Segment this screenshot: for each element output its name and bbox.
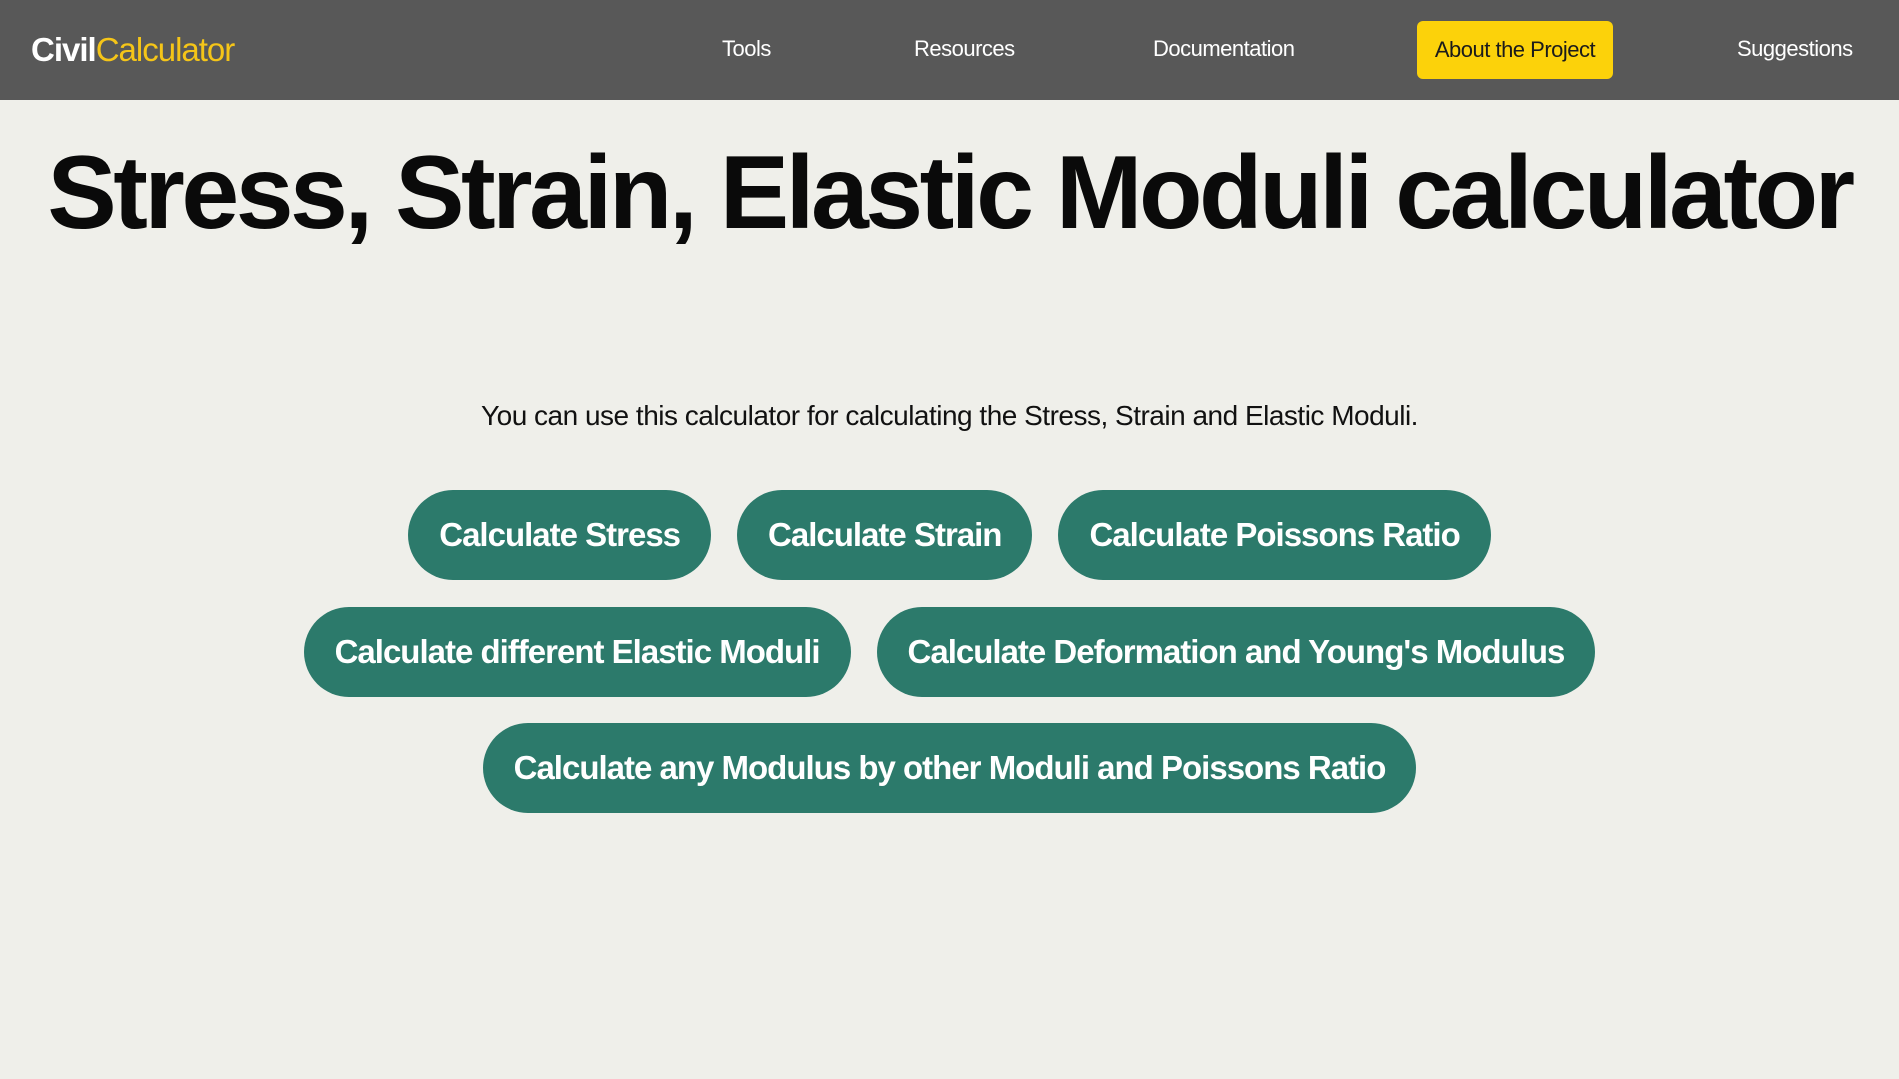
- page-description: You can use this calculator for calculat…: [481, 400, 1418, 431]
- nav-documentation[interactable]: Documentation: [1153, 34, 1295, 64]
- site-logo[interactable]: CivilCalculator: [31, 30, 236, 70]
- nav-about-the-project-button[interactable]: About the Project: [1417, 21, 1613, 79]
- nav-tools[interactable]: Tools: [722, 34, 771, 64]
- calculator-button-row-3: Calculate any Modulus by other Moduli an…: [0, 723, 1899, 813]
- calculate-poissons-ratio-button[interactable]: Calculate Poissons Ratio: [1058, 490, 1491, 580]
- nav-resources[interactable]: Resources: [914, 34, 1015, 64]
- calculate-strain-button[interactable]: Calculate Strain: [737, 490, 1033, 580]
- calculator-button-row-2: Calculate different Elastic Moduli Calcu…: [0, 607, 1899, 697]
- calculate-deformation-youngs-modulus-button[interactable]: Calculate Deformation and Young's Modulu…: [876, 607, 1596, 697]
- calculate-stress-button[interactable]: Calculate Stress: [408, 490, 712, 580]
- logo-calculator-text: Calculator: [95, 31, 236, 68]
- logo-civil-text: Civil: [31, 31, 97, 68]
- calculate-elastic-moduli-button[interactable]: Calculate different Elastic Moduli: [303, 607, 851, 697]
- top-nav-bar: CivilCalculator Tools Resources Document…: [0, 0, 1899, 100]
- calculator-button-row-1: Calculate Stress Calculate Strain Calcul…: [0, 490, 1899, 580]
- nav-suggestions[interactable]: Suggestions: [1737, 34, 1853, 64]
- page-title: Stress, Strain, Elastic Moduli calculato…: [47, 135, 1855, 251]
- calculate-any-modulus-button[interactable]: Calculate any Modulus by other Moduli an…: [482, 723, 1417, 813]
